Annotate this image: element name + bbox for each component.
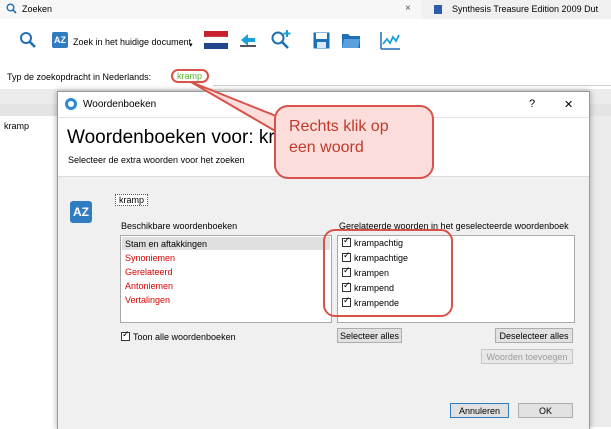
az-icon[interactable]: AZ: [52, 32, 68, 48]
dictionary-item-synoniemen[interactable]: Synoniemen: [125, 253, 175, 263]
annotation-line-1: Rechts klik op: [289, 118, 389, 135]
annotation-line-2: een woord: [289, 139, 364, 156]
select-all-button[interactable]: Selecteer alles: [337, 328, 402, 343]
tab-zoeken[interactable]: Zoeken ×: [0, 0, 421, 19]
folder-icon[interactable]: [341, 31, 361, 49]
help-button[interactable]: ?: [529, 98, 535, 110]
callout-pointer: [190, 81, 283, 134]
tab-synthesis[interactable]: Synthesis Treasure Edition 2009 Dut: [425, 0, 611, 19]
dialog-title: Woordenboeken: [83, 99, 157, 110]
chevron-down-icon[interactable]: ▾: [189, 41, 193, 49]
related-words-highlight: [323, 229, 453, 317]
close-icon[interactable]: ✕: [564, 98, 573, 111]
tab-label-synthesis: Synthesis Treasure Edition 2009 Dut: [452, 4, 599, 14]
toolbar: AZ Zoek in het huidige document ▾: [0, 19, 611, 65]
az-icon: AZ: [70, 201, 92, 223]
query-bar: Typ de zoekopdracht in Nederlands: kramp: [0, 65, 611, 89]
annotation-callout: Rechts klik op een woord: [274, 105, 434, 179]
word-arrow-icon[interactable]: [238, 31, 258, 49]
chart-icon[interactable]: [379, 30, 401, 50]
dialog-subheading: Selecteer de extra woorden voor het zoek…: [68, 155, 245, 165]
cancel-button[interactable]: Annuleren: [450, 403, 509, 418]
tab-label: Zoeken: [22, 4, 53, 14]
save-icon[interactable]: [312, 31, 330, 49]
dictionaries-label: Beschikbare woordenboeken: [121, 221, 238, 231]
dictionaries-list[interactable]: Stam en aftakkingen Synoniemen Gerelatee…: [120, 235, 332, 323]
deselect-all-button[interactable]: Deselecteer alles: [495, 328, 573, 343]
add-words-button[interactable]: Woorden toevoegen: [481, 349, 573, 364]
zoom-plus-icon[interactable]: [270, 28, 292, 50]
dialog-body: AZ kramp Beschikbare woordenboeken Stam …: [58, 176, 589, 429]
flag-nl-icon[interactable]: [203, 30, 229, 50]
search-document-button[interactable]: Zoek in het huidige document: [73, 37, 191, 47]
dictionary-item-stam[interactable]: Stam en aftakkingen: [125, 239, 207, 249]
query-label: Typ de zoekopdracht in Nederlands:: [7, 72, 152, 82]
show-all-dictionaries-checkbox[interactable]: Toon alle woordenboeken: [121, 330, 236, 342]
results-list: kramp: [0, 116, 59, 427]
list-item[interactable]: kramp: [4, 121, 29, 131]
ok-button[interactable]: OK: [518, 403, 573, 418]
word-tag: kramp: [115, 194, 149, 206]
tab-close-icon[interactable]: ×: [405, 3, 411, 14]
zoom-icon: [6, 3, 17, 14]
dictionary-item-antoniemen[interactable]: Antoniemen: [125, 281, 173, 291]
dictionary-item-vertalingen[interactable]: Vertalingen: [125, 295, 170, 305]
dictionary-item-gerelateerd[interactable]: Gerelateerd: [125, 267, 173, 277]
app-logo-icon: [65, 98, 77, 110]
checkbox-checked-icon[interactable]: [121, 330, 130, 341]
book-icon: [434, 5, 442, 14]
search-icon[interactable]: [17, 29, 39, 51]
